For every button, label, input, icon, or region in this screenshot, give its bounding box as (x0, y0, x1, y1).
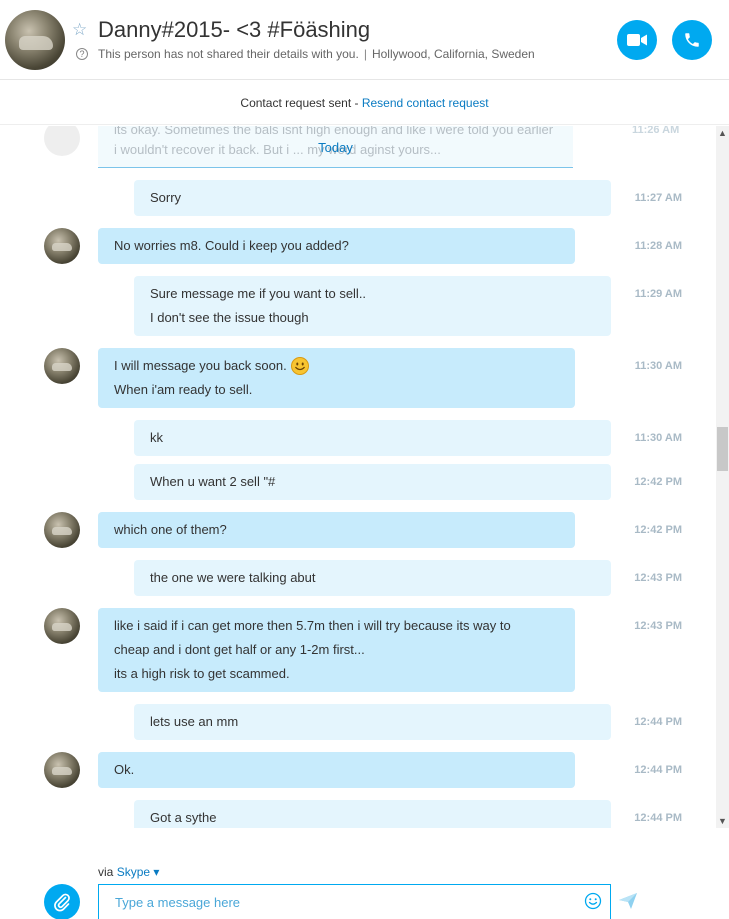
conversation-header: ☆ Danny#2015- <3 #Föäshing ? This person… (0, 0, 729, 80)
subline-separator: | (363, 47, 367, 61)
message-text: kk (150, 430, 163, 445)
attach-button[interactable] (44, 884, 80, 919)
video-camera-icon (627, 34, 647, 46)
message-timestamp: 11:29 AM (634, 288, 682, 300)
outgoing-message[interactable]: Got a sythe (134, 800, 611, 828)
contact-subline: This person has not shared their details… (98, 47, 535, 61)
message-timestamp: 12:44 PM (634, 716, 682, 728)
scroll-down-arrow-icon[interactable]: ▼ (716, 814, 729, 828)
message-text: its a high risk to get scammed. (114, 666, 290, 681)
message-timestamp: 11:28 AM (634, 240, 682, 252)
scroll-up-arrow-icon[interactable]: ▲ (716, 126, 729, 140)
contact-name[interactable]: Danny#2015- <3 #Föäshing (98, 17, 370, 43)
message-text: No worries m8. Could i keep you added? (114, 238, 349, 253)
message-timestamp: 11:30 AM (634, 360, 682, 372)
message-text: the one we were talking abut (150, 570, 316, 585)
favorite-star-icon[interactable]: ☆ (72, 20, 87, 40)
paperclip-icon (54, 893, 70, 912)
message-text: Ok. (114, 762, 135, 777)
sender-avatar[interactable] (44, 752, 80, 788)
resend-request-link[interactable]: Resend contact request (362, 96, 489, 110)
send-button-icon[interactable] (619, 893, 637, 909)
message-text: lets use an mm (150, 714, 239, 729)
message-text: When i'am ready to sell. (114, 382, 253, 397)
contact-request-bar: Contact request sent - Resend contact re… (0, 81, 729, 125)
message-input[interactable] (98, 884, 611, 919)
via-service-name[interactable]: Skype (117, 865, 150, 879)
message-text: Sure message me if you want to sell.. (150, 286, 367, 301)
message-timestamp: 12:44 PM (634, 764, 682, 776)
contact-location: Hollywood, California, Sweden (371, 47, 535, 61)
message-timestamp: 12:43 PM (634, 572, 682, 584)
phone-icon (685, 33, 699, 47)
contact-avatar[interactable] (5, 10, 65, 70)
faded-avatar (44, 126, 80, 156)
message-text: Got a sythe (150, 810, 217, 825)
message-timestamp: 12:42 PM (634, 476, 682, 488)
incoming-message[interactable]: No worries m8. Could i keep you added? (98, 228, 575, 264)
message-text: cheap and i dont get half or any 1-2m fi… (114, 642, 365, 657)
video-call-button[interactable] (617, 20, 657, 60)
request-status: Contact request sent - (240, 96, 362, 110)
message-text: which one of them? (114, 522, 227, 537)
message-timestamp: 11:30 AM (634, 432, 682, 444)
emoticon-button-icon[interactable] (584, 892, 602, 910)
outgoing-message[interactable]: kk (134, 420, 611, 456)
message-history[interactable]: its okay. Sometimes the bals isnt high e… (0, 126, 716, 828)
via-label: via (98, 865, 117, 879)
outgoing-message[interactable]: When u want 2 sell "# (134, 464, 611, 500)
outgoing-message[interactable]: Sorry (134, 180, 611, 216)
via-service-selector[interactable]: via Skype ▾ (98, 865, 159, 879)
incoming-message[interactable]: Ok. (98, 752, 575, 788)
message-text: like i said if i can get more then 5.7m … (114, 618, 511, 633)
message-timestamp: 12:43 PM (634, 620, 682, 632)
smiley-emoticon-icon (290, 357, 309, 375)
scroll-thumb[interactable] (717, 427, 728, 471)
chevron-down-icon[interactable]: ▾ (150, 865, 159, 879)
message-timestamp: 11:27 AM (634, 192, 682, 204)
details-note: This person has not shared their details… (98, 47, 359, 61)
audio-call-button[interactable] (672, 20, 712, 60)
outgoing-message[interactable]: the one we were talking abut (134, 560, 611, 596)
message-text: Sorry (150, 190, 182, 205)
faded-message-time: 11:26 AM (632, 126, 680, 136)
sender-avatar[interactable] (44, 228, 80, 264)
incoming-message[interactable]: like i said if i can get more then 5.7m … (98, 608, 575, 692)
chat-scrollbar[interactable]: ▲ ▼ (716, 126, 729, 828)
sender-avatar[interactable] (44, 348, 80, 384)
message-text: When u want 2 sell "# (150, 474, 276, 489)
message-text: I will message you back soon. (114, 358, 287, 373)
message-timestamp: 12:42 PM (634, 524, 682, 536)
incoming-message[interactable]: which one of them? (98, 512, 575, 548)
info-icon: ? (76, 48, 88, 60)
message-timestamp: 12:44 PM (634, 812, 682, 824)
sender-avatar[interactable] (44, 512, 80, 548)
outgoing-message[interactable]: Sure message me if you want to sell.. I d… (134, 276, 611, 336)
message-text: I don't see the issue though (150, 310, 309, 325)
incoming-message[interactable]: I will message you back soon. When i'am r… (98, 348, 575, 408)
sender-avatar[interactable] (44, 608, 80, 644)
date-separator: Today (98, 140, 573, 168)
outgoing-message[interactable]: lets use an mm (134, 704, 611, 740)
